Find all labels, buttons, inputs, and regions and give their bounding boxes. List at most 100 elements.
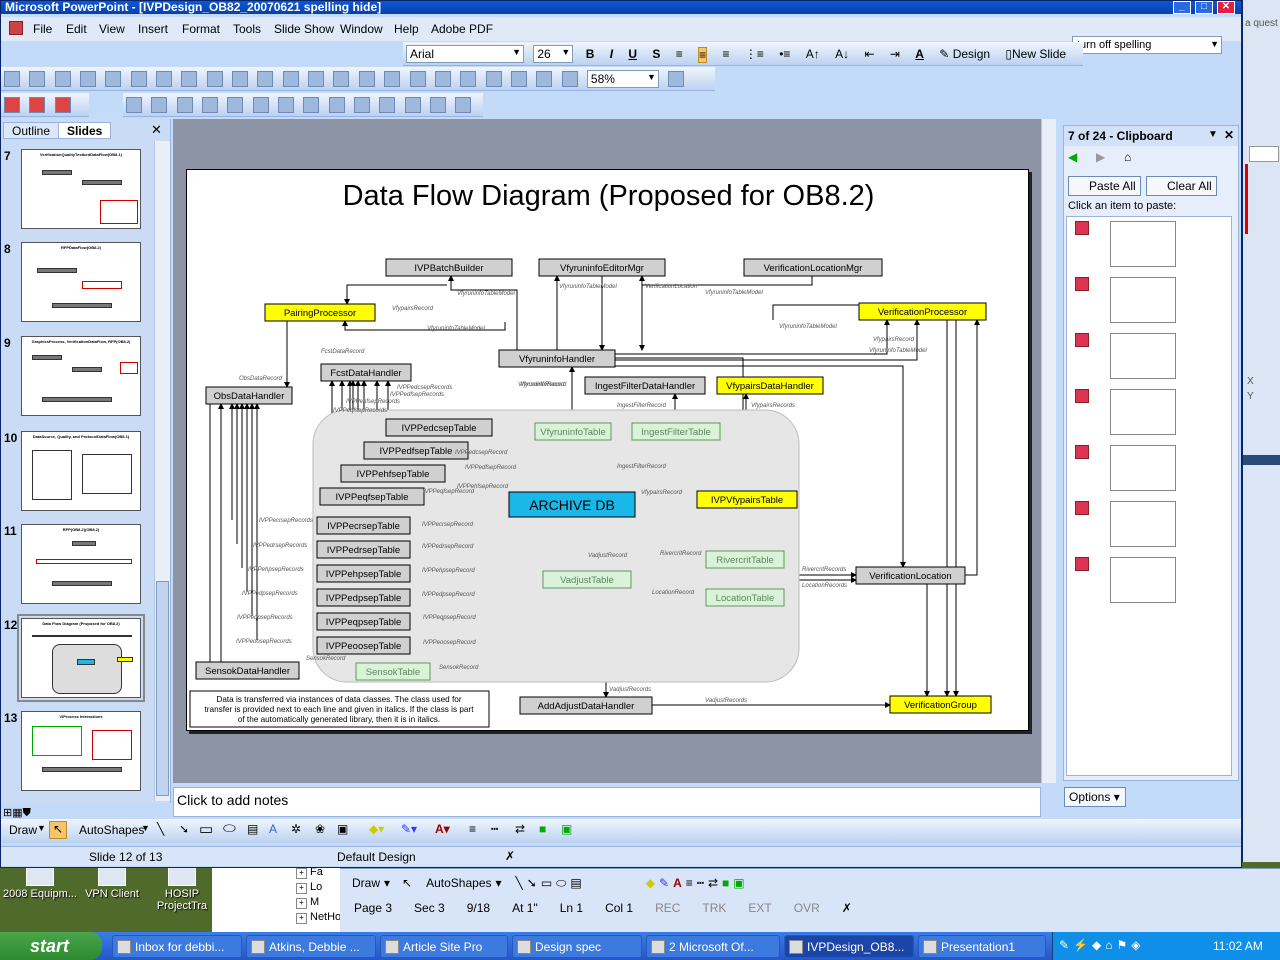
slide-thumbnail-selected[interactable]: 12 Data Flow Diagram (Proposed for OB8.2… <box>1 614 151 702</box>
line-color-icon[interactable]: ✎ <box>659 876 669 890</box>
note-box[interactable]: Data is transferred via instances of dat… <box>189 690 490 728</box>
expand-all-icon[interactable] <box>485 71 502 87</box>
dash-style-icon[interactable]: ┅ <box>491 822 498 836</box>
clipboard-item[interactable] <box>1075 389 1225 439</box>
align-right-icon[interactable]: ≡ <box>722 47 729 61</box>
rec-mode[interactable]: REC <box>655 901 680 915</box>
less-contrast-icon[interactable] <box>202 97 219 113</box>
spelling-status-icon[interactable]: ✗ <box>842 901 852 915</box>
slide-thumbnail[interactable]: 8 RFPDataFlow(OB8.2) <box>1 242 151 326</box>
app-icon[interactable] <box>9 21 23 35</box>
rectangle-icon[interactable]: ▭ <box>199 820 213 838</box>
pdf-review-icon[interactable] <box>54 97 71 113</box>
line-icon[interactable]: ╲ <box>516 876 523 890</box>
view-normal-icon[interactable]: ⊞▦⛊ <box>3 806 31 820</box>
diagram-node[interactable]: SensokTable <box>355 662 431 681</box>
increase-indent-icon[interactable]: ⇥ <box>890 47 900 61</box>
archive-db-node[interactable]: ARCHIVE DB <box>508 491 636 518</box>
diagram-node[interactable]: LocationTable <box>705 588 785 607</box>
start-button[interactable]: start <box>0 932 102 960</box>
zoom-combo[interactable]: 58% ▼ <box>586 70 659 88</box>
fill-color-icon[interactable]: ◆▾ <box>369 822 384 836</box>
align-left-icon[interactable]: ≡ <box>676 47 683 61</box>
font-size-combo[interactable]: 26 ▼ <box>533 45 574 63</box>
forward-icon[interactable]: ▶ <box>1096 150 1105 164</box>
new-icon[interactable] <box>4 71 20 87</box>
close-icon[interactable]: ✕ <box>1224 128 1234 142</box>
slide-thumbnail[interactable]: 13 VIProcess Interactions <box>1 711 151 795</box>
wordart-icon[interactable]: A <box>269 822 277 836</box>
diagram-node[interactable]: FcstDataHandler <box>320 363 412 382</box>
menu-edit[interactable]: Edit <box>66 22 87 36</box>
email-icon[interactable] <box>105 71 122 87</box>
taskbar-item[interactable]: Presentation1 <box>918 935 1046 958</box>
diagram-node[interactable]: IVPPedpsepTable <box>316 588 411 607</box>
save-icon[interactable] <box>54 71 71 87</box>
clipboard-item[interactable] <box>1075 277 1225 327</box>
select-objects-icon[interactable]: ↖ <box>49 821 67 839</box>
desktop-icon[interactable]: 2008 Equipm... <box>0 864 80 900</box>
diagram-node[interactable]: VfyruninfoEditorMgr <box>538 258 666 277</box>
open-icon[interactable] <box>29 71 46 87</box>
format-picture-icon[interactable] <box>404 97 421 113</box>
trk-mode[interactable]: TRK <box>702 901 726 915</box>
diagram-node[interactable]: IVPPeqfsepTable <box>319 487 425 506</box>
line-style-icon[interactable] <box>328 97 345 113</box>
oval-icon[interactable]: ⬭ <box>223 820 236 837</box>
fill-color-icon[interactable]: ◆ <box>646 876 655 890</box>
3d-icon[interactable]: ▣ <box>733 876 744 890</box>
autoshapes-menu[interactable]: AutoShapes <box>79 823 144 837</box>
diagram-node[interactable]: VerificationProcessor <box>858 302 987 321</box>
pdf-email-icon[interactable] <box>29 97 46 113</box>
notes-pane[interactable]: Click to add notes <box>173 787 1041 817</box>
diagram-node[interactable]: IVPVfypairsTable <box>696 490 798 509</box>
maximize-button[interactable]: □ <box>1195 1 1213 14</box>
slide-thumbnail[interactable]: 11 RFP(OB8.2)(OB8.2) <box>1 524 151 608</box>
show-formatting-icon[interactable] <box>510 71 527 87</box>
diagram-node[interactable]: IVPBatchBuilder <box>385 258 513 277</box>
pdf-convert-icon[interactable] <box>4 97 20 113</box>
print-icon[interactable] <box>130 71 147 87</box>
diagram-node[interactable]: VfyruninfoTable <box>534 422 612 441</box>
tray-icons[interactable]: ✎⚡◆⌂⚑◈ <box>1059 938 1144 952</box>
menu-insert[interactable]: Insert <box>138 22 168 36</box>
font-name-combo[interactable]: Arial ▼ <box>406 45 524 63</box>
help-icon[interactable] <box>668 71 685 87</box>
diagram-node[interactable]: IngestFilterDataHandler <box>584 376 706 395</box>
spelling-status-icon[interactable]: ✗ <box>505 849 515 863</box>
font-color-icon[interactable]: A <box>915 47 924 61</box>
print-preview-icon[interactable] <box>156 71 173 87</box>
menu-window[interactable]: Window <box>340 22 383 36</box>
copy-icon[interactable] <box>257 71 274 87</box>
bullets-icon[interactable]: •≡ <box>779 47 790 61</box>
permission-icon[interactable] <box>80 71 97 87</box>
color-icon[interactable] <box>151 97 168 113</box>
taskbar-item[interactable]: Article Site Pro <box>380 935 508 958</box>
format-painter-icon[interactable] <box>308 71 325 87</box>
reset-picture-icon[interactable] <box>455 97 472 113</box>
cut-icon[interactable] <box>232 71 249 87</box>
slides-scrollbar[interactable] <box>154 141 170 801</box>
options-button[interactable]: Options ▾ <box>1064 787 1126 807</box>
increase-font-icon[interactable]: A↑ <box>806 47 820 61</box>
home-icon[interactable]: ⌂ <box>1124 150 1131 164</box>
clipboard-item[interactable] <box>1075 221 1225 271</box>
draw-menu[interactable]: Draw <box>9 823 37 837</box>
tree-item[interactable]: Lo <box>212 881 361 896</box>
desktop-icon[interactable]: HOSIP ProjectTra <box>142 864 222 912</box>
less-brightness-icon[interactable] <box>252 97 269 113</box>
dash-style-icon[interactable]: ┅ <box>697 876 704 890</box>
spelling-icon[interactable] <box>181 71 198 87</box>
menu-format[interactable]: Format <box>182 22 220 36</box>
new-slide-button[interactable]: ▯New Slide <box>1005 47 1066 61</box>
slide-thumbnail[interactable]: 7 VerificationQualityTestbedDataFlow(OB8… <box>1 149 151 233</box>
more-contrast-icon[interactable] <box>176 97 193 113</box>
underline-button[interactable]: U <box>628 47 637 61</box>
taskbar-item[interactable]: 2 Microsoft Of... <box>646 935 780 958</box>
compress-icon[interactable] <box>354 97 371 113</box>
desktop-icon[interactable]: VPN Client <box>72 864 152 900</box>
taskbar-item-active[interactable]: IVPDesign_OB8... <box>784 935 914 958</box>
diagram-node[interactable]: IVPPehfsepTable <box>340 464 446 483</box>
menu-adobe-pdf[interactable]: Adobe PDF <box>431 22 493 36</box>
arrow-icon[interactable]: ➘ <box>179 822 189 836</box>
